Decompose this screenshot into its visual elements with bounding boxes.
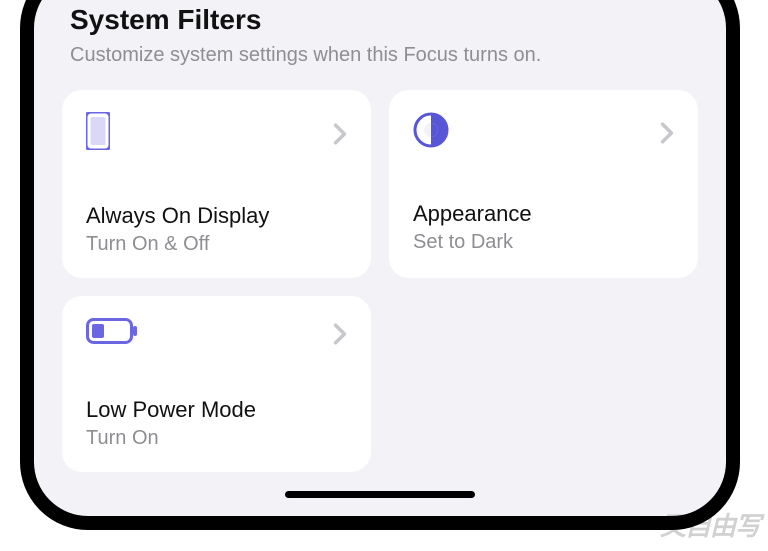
battery-icon <box>86 318 138 349</box>
chevron-right-icon <box>333 123 347 145</box>
card-header <box>86 112 347 155</box>
appearance-card[interactable]: Appearance Set to Dark <box>389 90 698 278</box>
card-title: Always On Display <box>86 203 347 229</box>
card-title: Low Power Mode <box>86 397 347 423</box>
card-subtitle: Turn On <box>86 427 347 450</box>
phone-frame: System Filters Customize system settings… <box>20 0 740 530</box>
card-header <box>86 318 347 349</box>
card-subtitle: Set to Dark <box>413 231 674 254</box>
home-indicator <box>285 491 475 498</box>
card-title: Appearance <box>413 201 674 227</box>
chevron-right-icon <box>660 122 674 144</box>
watermark: 又自由写 <box>660 506 760 543</box>
card-subtitle: Turn On & Off <box>86 233 347 256</box>
card-header <box>413 112 674 153</box>
low-power-mode-card[interactable]: Low Power Mode Turn On <box>62 296 371 472</box>
section-subtitle: Customize system settings when this Focu… <box>62 42 698 68</box>
chevron-right-icon <box>333 323 347 345</box>
phone-icon <box>86 112 110 155</box>
always-on-display-card[interactable]: Always On Display Turn On & Off <box>62 90 371 278</box>
settings-screen: System Filters Customize system settings… <box>34 0 726 496</box>
filter-grid: Always On Display Turn On & Off <box>62 90 698 472</box>
section-title: System Filters <box>62 4 698 36</box>
appearance-icon <box>413 112 449 153</box>
